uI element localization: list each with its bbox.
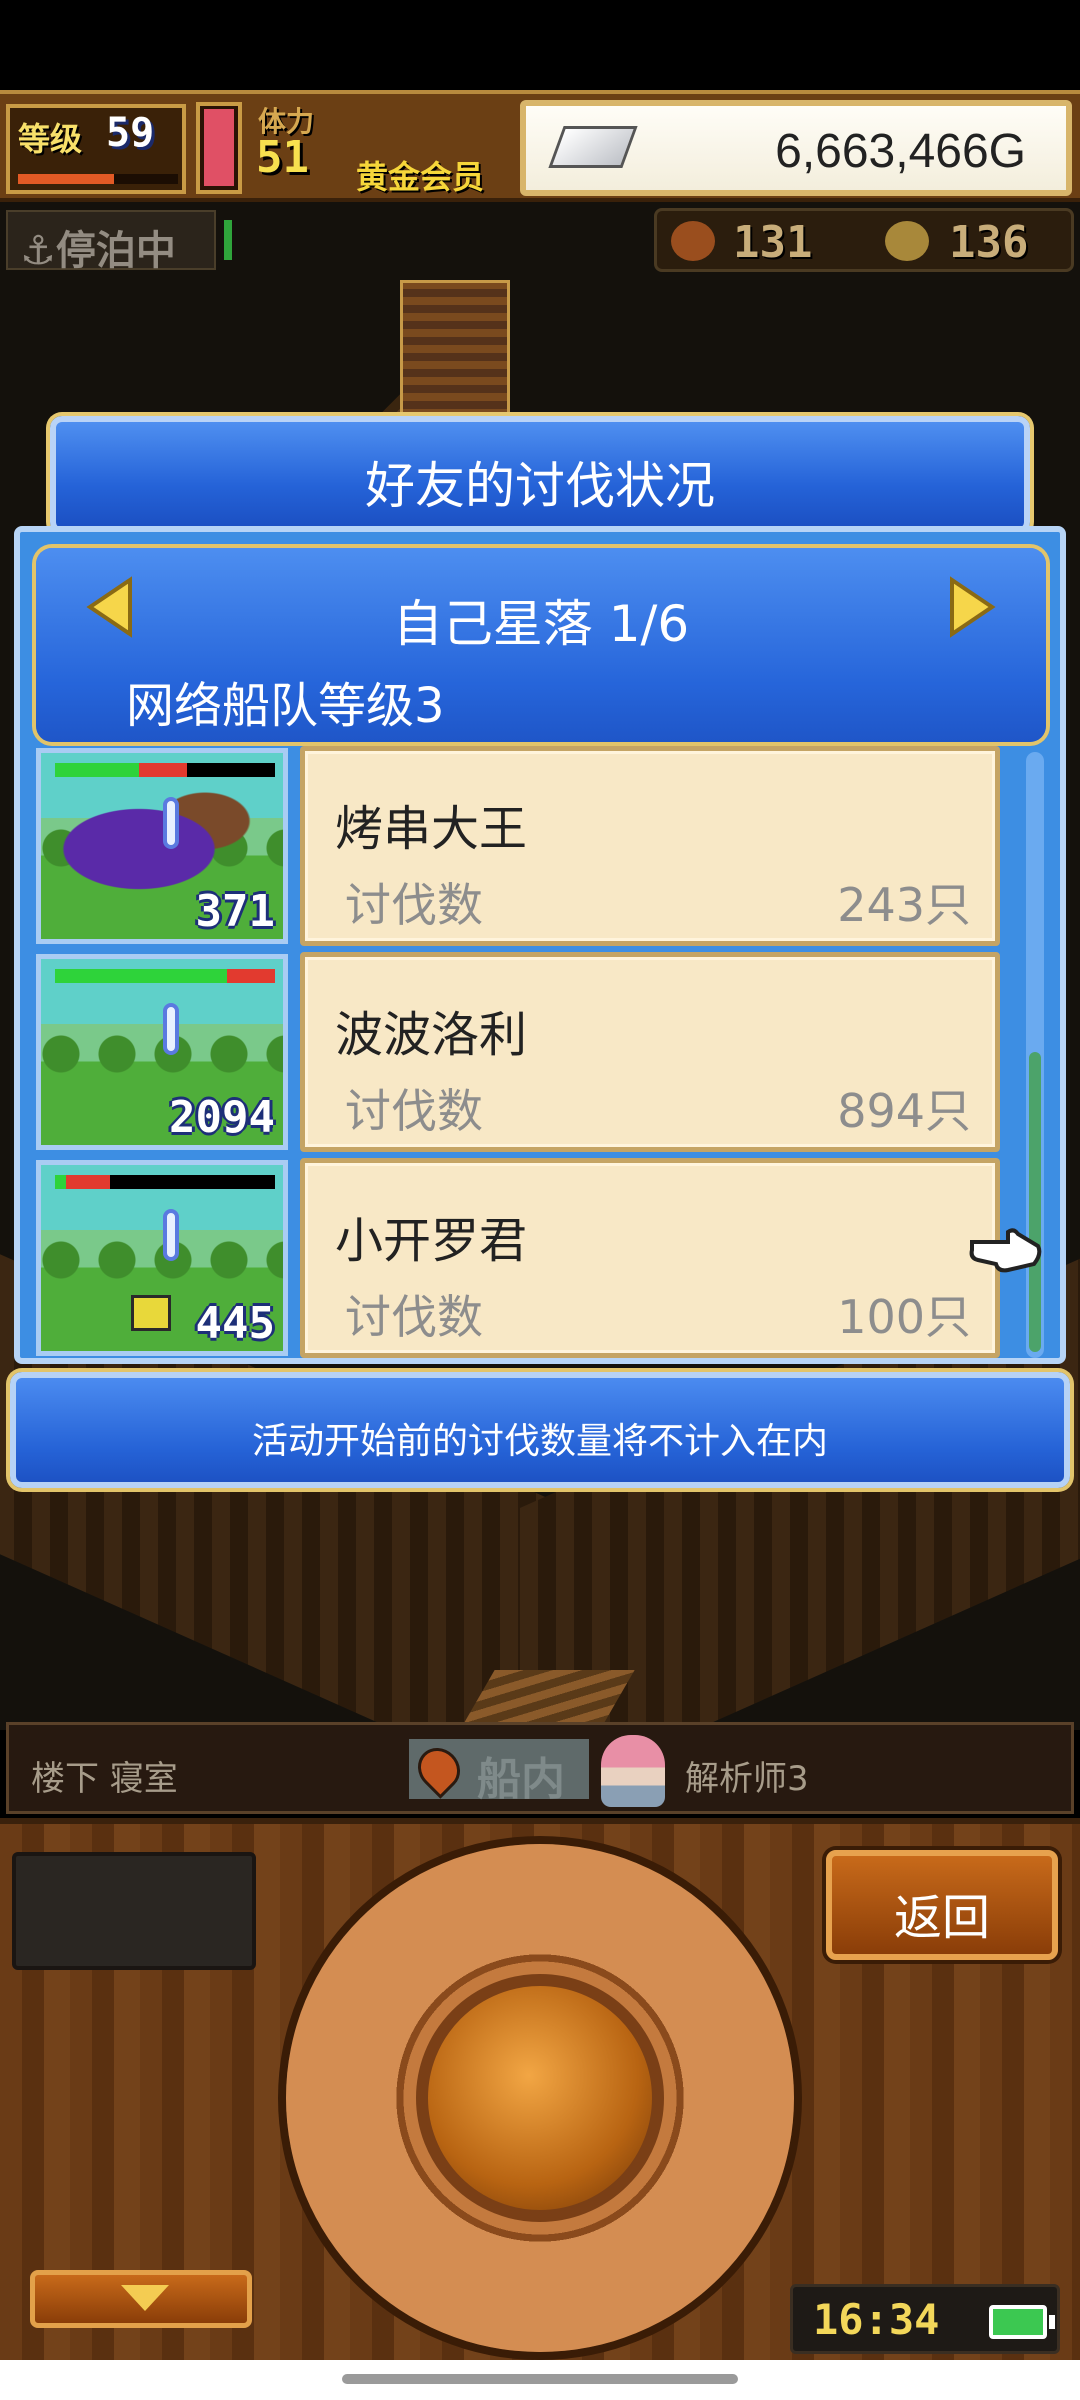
exclaim-icon: [163, 1209, 179, 1261]
silver-bar-icon: [548, 126, 638, 168]
ship-mast: [400, 280, 510, 420]
event-notice-text: 活动开始前的讨伐数量将不计入在内: [251, 1421, 828, 1462]
stamina-value: 51: [256, 132, 309, 183]
friend-name: 波波洛利: [335, 1007, 528, 1063]
clock-time: 16:34: [813, 2295, 940, 2344]
room-location: 楼下 寝室: [31, 1759, 178, 1799]
hp-bar: [55, 969, 275, 983]
tree-decor: [41, 1029, 283, 1079]
kill-count: 894只: [837, 1084, 971, 1138]
anchor-status-text: ⚓停泊中: [20, 228, 176, 274]
anchor-status-badge: ⚓停泊中: [6, 210, 216, 274]
hp-bar: [55, 1175, 275, 1189]
top-hud: 等级 59 体力 51 黄金会员 6,663,466G: [0, 90, 1080, 202]
down-arrow-button[interactable]: [30, 2270, 252, 2328]
control-panel: 返回 16:34: [0, 1818, 1080, 2360]
battery-icon: [989, 2305, 1055, 2339]
next-page-arrow-icon[interactable]: [946, 576, 998, 638]
gold-value: 6,663,466G: [775, 125, 1026, 178]
xp-bar: [18, 174, 178, 184]
friend-info: 波波洛利 讨伐数 894只: [300, 952, 1000, 1152]
meat-icon: [671, 221, 715, 261]
friend-name: 烤串大王: [335, 801, 528, 857]
home-indicator[interactable]: [342, 2374, 738, 2384]
hp-bar-red: [138, 763, 187, 777]
coin-icon: [885, 221, 929, 261]
dialog-title-bar: 好友的讨伐状况: [50, 416, 1030, 534]
pointing-hand-icon: [968, 1224, 1044, 1276]
level-box: 等级 59: [6, 104, 186, 194]
analyst-label: 解析师3: [685, 1759, 809, 1799]
hp-bar-red: [66, 1175, 110, 1189]
exclaim-icon: [163, 797, 179, 849]
back-button-label: 返回: [893, 1890, 990, 1946]
hp-bar-red: [226, 969, 275, 983]
ship-tab-label: 船内: [477, 1754, 565, 1805]
scrollbar-thumb[interactable]: [1029, 1052, 1041, 1352]
tree-decor: [41, 1235, 283, 1285]
list-item[interactable]: 371 烤串大王 讨伐数 243只: [36, 746, 1026, 946]
fleet-level: 网络船队等级3: [126, 678, 445, 734]
group-header: 自己星落 1/6 网络船队等级3: [36, 548, 1046, 742]
resource-box: 131 136: [654, 208, 1074, 272]
gold-display[interactable]: 6,663,466G: [520, 100, 1072, 196]
battle-thumbnail: 2094: [36, 954, 288, 1150]
location-bar: 楼下 寝室 船内 解析师3: [6, 1722, 1074, 1814]
hp-bar-green: [55, 763, 139, 777]
friend-list: 371 烤串大王 讨伐数 243只 2094 波波洛利 讨伐数 894只 445…: [36, 746, 1036, 1358]
list-item[interactable]: 2094 波波洛利 讨伐数 894只: [36, 952, 1026, 1152]
thumb-score: 2094: [169, 1092, 275, 1143]
hp-bar-green: [55, 1175, 66, 1189]
exclaim-icon: [163, 1003, 179, 1055]
dialog-body: 自己星落 1/6 网络船队等级3 371 烤串大王 讨伐数 243只 2094 …: [14, 526, 1066, 1364]
kill-label: 讨伐数: [345, 1084, 483, 1138]
ship-interior-tab[interactable]: 船内: [409, 1739, 589, 1805]
friend-info: 小开罗君 讨伐数 100只: [300, 1158, 1000, 1358]
hp-bar-green: [55, 969, 227, 983]
thumb-score: 445: [195, 1298, 275, 1349]
clock-display: 16:34: [790, 2284, 1060, 2354]
directional-pad[interactable]: [286, 1844, 794, 2352]
friend-info: 烤串大王 讨伐数 243只: [300, 746, 1000, 946]
hp-bar: [55, 763, 275, 777]
gold-member-badge: 黄金会员: [356, 158, 485, 196]
empty-slot[interactable]: [12, 1852, 256, 1970]
kill-count: 243只: [837, 878, 971, 932]
friend-name: 小开罗君: [335, 1213, 528, 1269]
battle-thumbnail: 371: [36, 748, 288, 944]
anchor-status-label: 停泊中: [55, 228, 176, 274]
thumb-score: 371: [195, 886, 275, 937]
status-indicator: [224, 220, 232, 260]
hp-gauge: [196, 102, 242, 194]
list-item[interactable]: 445 小开罗君 讨伐数 100只: [36, 1158, 1026, 1358]
kill-label: 讨伐数: [345, 878, 483, 932]
hp-gauge-fill: [204, 108, 234, 186]
event-notice-bar: 活动开始前的讨伐数量将不计入在内: [10, 1372, 1070, 1488]
battle-thumbnail: 445: [36, 1160, 288, 1356]
item-icon: [131, 1295, 171, 1331]
kill-count: 100只: [837, 1290, 971, 1344]
back-button[interactable]: 返回: [826, 1850, 1058, 1960]
group-title: 自己星落 1/6: [392, 595, 690, 653]
resource-2-value: 136: [949, 217, 1029, 268]
resource-1-value: 131: [733, 217, 813, 268]
kill-label: 讨伐数: [345, 1290, 483, 1344]
dialog-title: 好友的讨伐状况: [365, 457, 715, 515]
map-pin-icon: [409, 1739, 469, 1799]
status-row: ⚓停泊中 131 136: [0, 206, 1080, 276]
xp-bar-fill: [18, 174, 114, 184]
analyst-avatar: [601, 1735, 665, 1807]
level-value: 59: [106, 110, 155, 156]
level-label: 等级: [18, 120, 83, 158]
dpad-center-button[interactable]: [416, 1974, 664, 2222]
